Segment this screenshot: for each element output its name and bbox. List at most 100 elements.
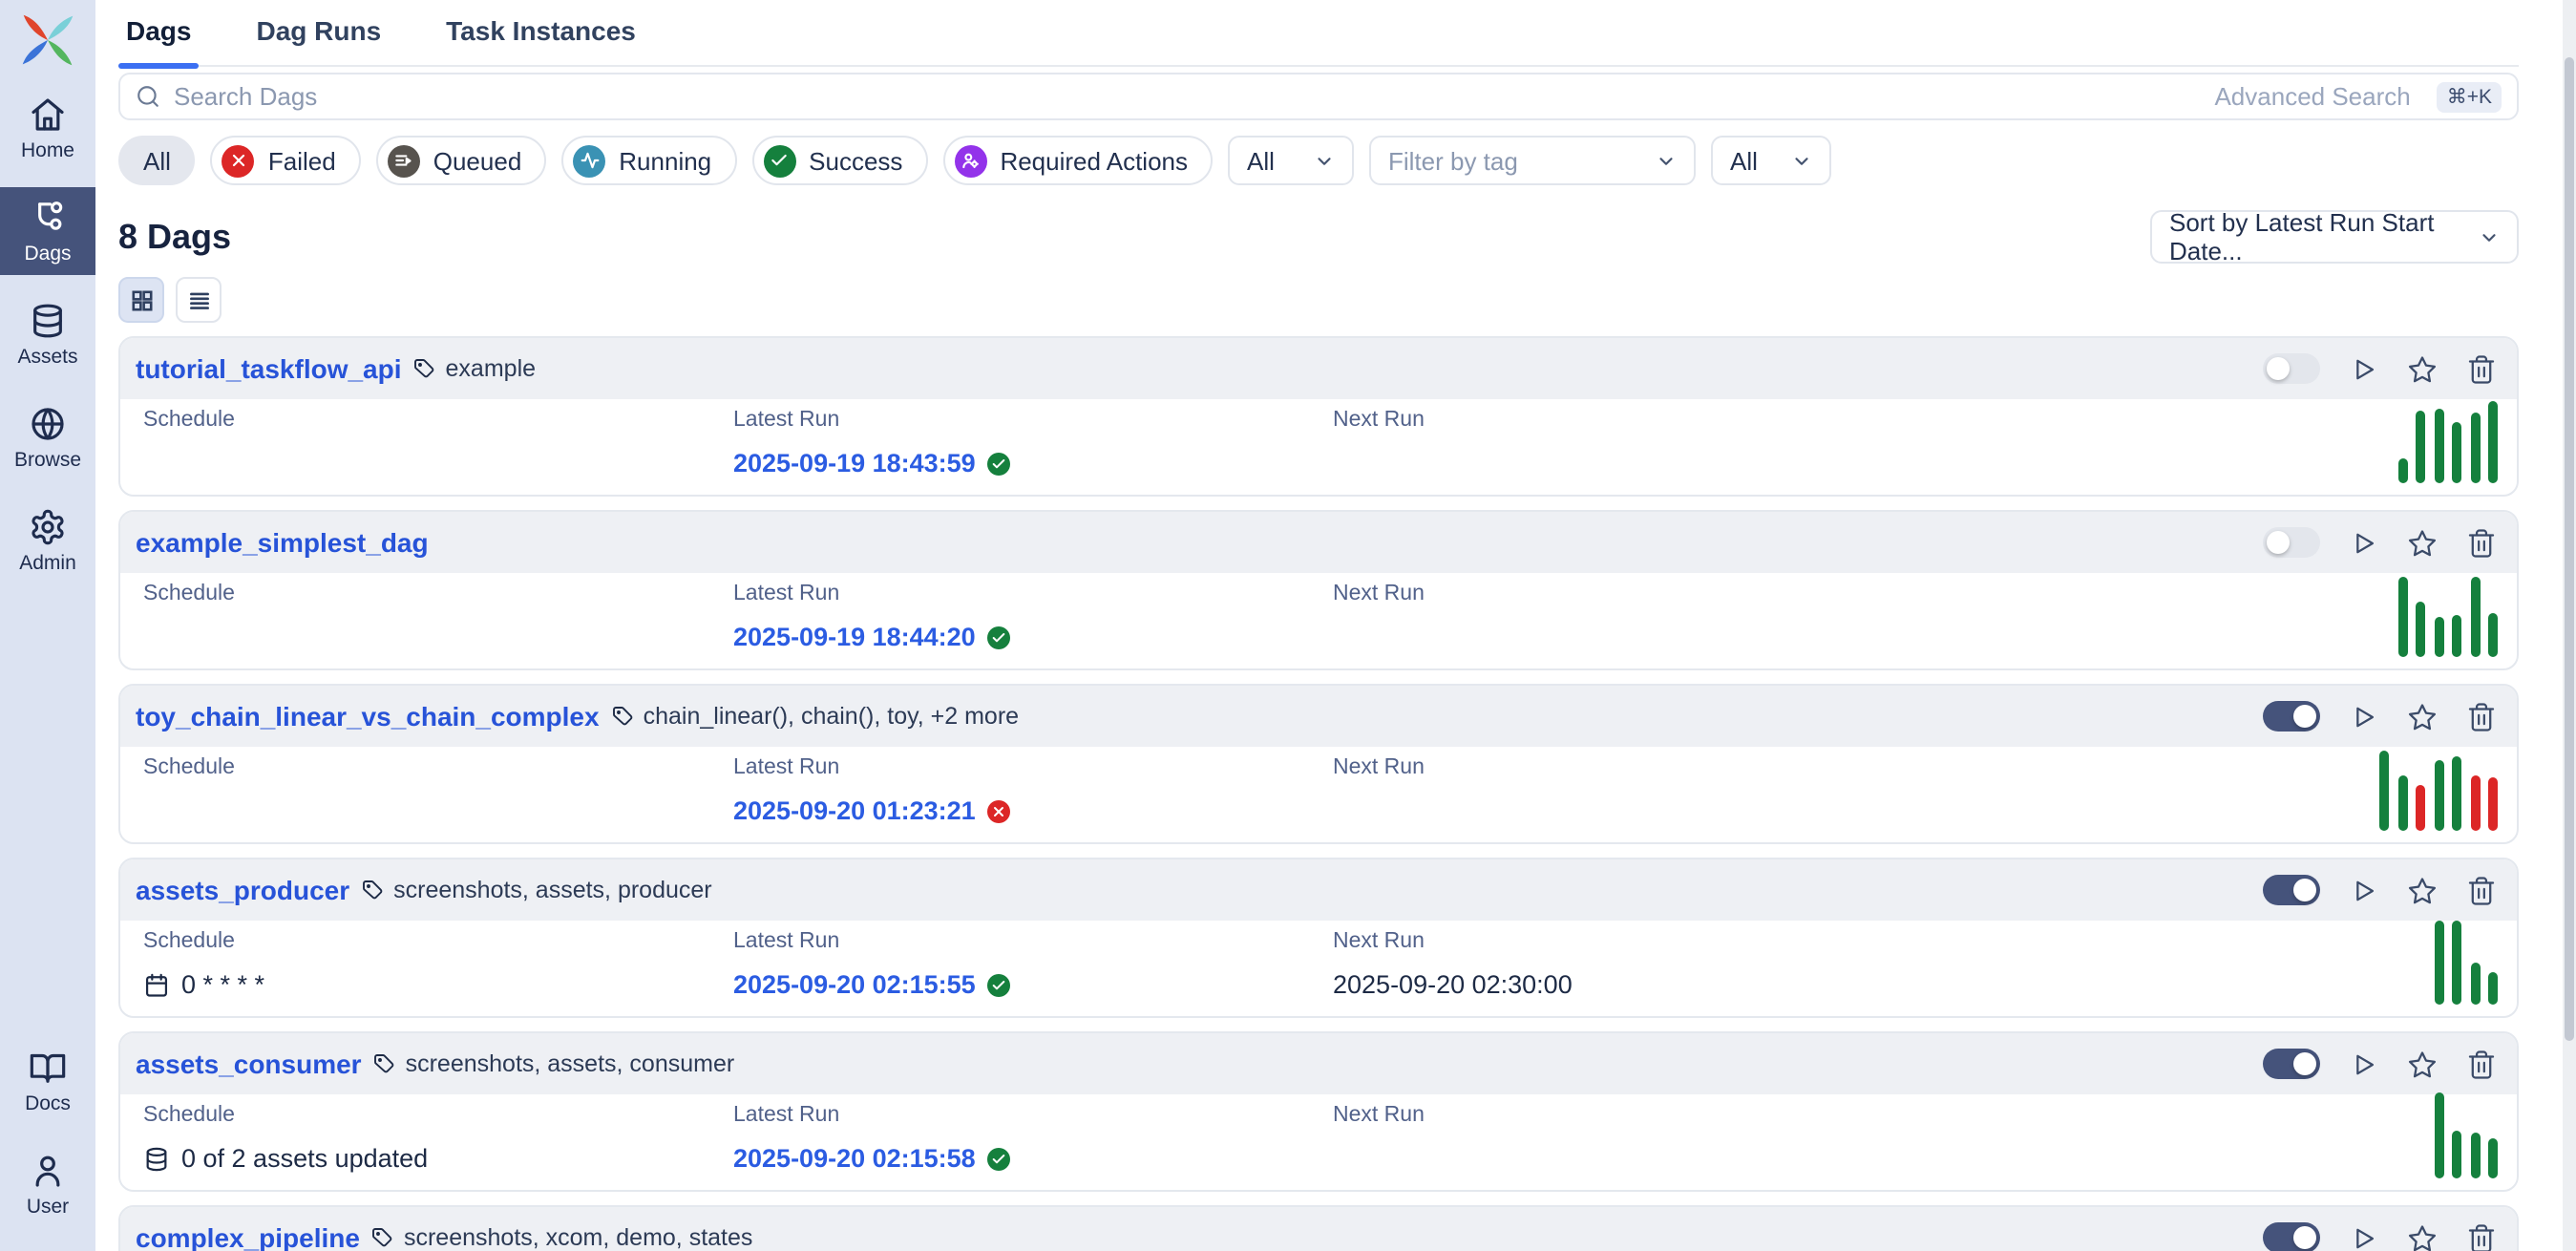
tab-task-instances[interactable]: Task Instances (438, 15, 644, 65)
trigger-dag-button[interactable] (2347, 1048, 2379, 1080)
trigger-dag-button[interactable] (2347, 526, 2379, 559)
favorite-dag-button[interactable] (2406, 1221, 2439, 1251)
trigger-dag-button[interactable] (2347, 352, 2379, 385)
run-bar[interactable] (2470, 1133, 2480, 1178)
run-bar[interactable] (2488, 1138, 2498, 1178)
latest-run-link[interactable]: 2025-09-19 18:43:59 (733, 449, 976, 477)
filter-chip-running[interactable]: Running (561, 136, 736, 185)
run-bar[interactable] (2452, 756, 2461, 831)
sidebar-item-assets[interactable]: Assets (0, 290, 95, 378)
dag-name-link[interactable]: complex_pipeline (136, 1222, 360, 1251)
sidebar-bottom-nav: Docs User (0, 1037, 95, 1251)
run-history-sparkline[interactable] (2434, 921, 2498, 1005)
run-bar[interactable] (2452, 921, 2461, 1005)
dag-pause-toggle[interactable] (2263, 527, 2320, 558)
run-bar[interactable] (2434, 409, 2443, 483)
dag-pause-toggle[interactable] (2263, 701, 2320, 732)
delete-dag-button[interactable] (2465, 1048, 2498, 1080)
filter-dropdown-2[interactable]: All (1711, 136, 1831, 185)
run-bar[interactable] (2434, 760, 2443, 831)
run-bar[interactable] (2470, 413, 2480, 483)
dag-name-link[interactable]: assets_consumer (136, 1049, 362, 1079)
dag-pause-toggle[interactable] (2263, 1049, 2320, 1079)
run-bar[interactable] (2379, 751, 2389, 831)
dag-pause-toggle[interactable] (2263, 1222, 2320, 1251)
dag-name-link[interactable]: toy_chain_linear_vs_chain_complex (136, 701, 600, 732)
list-view-button[interactable] (176, 277, 222, 323)
delete-dag-button[interactable] (2465, 352, 2498, 385)
dag-name-link[interactable]: tutorial_taskflow_api (136, 353, 402, 384)
run-bar[interactable] (2470, 963, 2480, 1005)
run-bar[interactable] (2416, 785, 2425, 831)
filter-chip-failed[interactable]: Failed (211, 136, 361, 185)
run-bar[interactable] (2416, 411, 2425, 483)
search-bar[interactable]: Search Dags Advanced Search ⌘+K (118, 73, 2519, 120)
dag-pause-toggle[interactable] (2263, 353, 2320, 384)
latest-run-link[interactable]: 2025-09-20 02:15:55 (733, 970, 976, 999)
run-bar[interactable] (2434, 617, 2443, 657)
filter-dropdown-1[interactable]: Filter by tag (1369, 136, 1696, 185)
sidebar-item-admin[interactable]: Admin (0, 497, 95, 584)
filter-dropdown-0[interactable]: All (1228, 136, 1354, 185)
dag-name-link[interactable]: example_simplest_dag (136, 527, 429, 558)
run-bar[interactable] (2452, 615, 2461, 657)
run-history-sparkline[interactable] (2379, 751, 2498, 831)
run-bar[interactable] (2470, 577, 2480, 657)
delete-dag-button[interactable] (2465, 700, 2498, 732)
favorite-dag-button[interactable] (2406, 700, 2439, 732)
sidebar-item-browse[interactable]: Browse (0, 393, 95, 481)
activity-badge (573, 144, 605, 177)
favorite-dag-button[interactable] (2406, 874, 2439, 906)
run-bar[interactable] (2452, 1131, 2461, 1178)
tab-dag-runs[interactable]: Dag Runs (248, 15, 389, 65)
run-history-sparkline[interactable] (2434, 1092, 2498, 1178)
trigger-dag-button[interactable] (2347, 1221, 2379, 1251)
sort-dropdown[interactable]: Sort by Latest Run Start Date... (2150, 210, 2519, 264)
run-bar[interactable] (2416, 602, 2425, 657)
favorite-dag-button[interactable] (2406, 352, 2439, 385)
sidebar-item-docs[interactable]: Docs (0, 1037, 95, 1125)
schedule-column-label: Schedule (143, 1104, 235, 1127)
run-history-sparkline[interactable] (2397, 577, 2498, 657)
run-bar[interactable] (2452, 422, 2461, 483)
x-icon (991, 803, 1006, 818)
dag-name-link[interactable]: assets_producer (136, 875, 349, 905)
delete-dag-button[interactable] (2465, 1221, 2498, 1251)
run-bar[interactable] (2488, 401, 2498, 483)
sidebar-item-user[interactable]: User (0, 1140, 95, 1228)
dag-pause-toggle[interactable] (2263, 875, 2320, 905)
run-bar[interactable] (2397, 577, 2407, 657)
filter-chip-success[interactable]: Success (751, 136, 927, 185)
trigger-dag-button[interactable] (2347, 700, 2379, 732)
delete-dag-button[interactable] (2465, 874, 2498, 906)
dag-icon (29, 198, 67, 236)
delete-dag-button[interactable] (2465, 526, 2498, 559)
favorite-dag-button[interactable] (2406, 1048, 2439, 1080)
run-bar[interactable] (2434, 1092, 2443, 1178)
run-bar[interactable] (2397, 775, 2407, 831)
run-bar[interactable] (2488, 777, 2498, 831)
airflow-logo-icon[interactable] (19, 11, 76, 69)
run-bar[interactable] (2397, 458, 2407, 483)
latest-run-link[interactable]: 2025-09-19 18:44:20 (733, 623, 976, 651)
trigger-dag-button[interactable] (2347, 874, 2379, 906)
advanced-search-link[interactable]: Advanced Search (2214, 82, 2410, 111)
sidebar-item-home[interactable]: Home (0, 84, 95, 172)
filter-chip-required-actions[interactable]: Required Actions (942, 136, 1213, 185)
tab-dags[interactable]: Dags (118, 15, 199, 65)
run-history-sparkline[interactable] (2397, 401, 2498, 483)
grid-view-button[interactable] (118, 277, 164, 323)
scrollbar-thumb[interactable] (2565, 57, 2574, 1041)
sidebar-item-dags[interactable]: Dags (0, 187, 95, 275)
top-tabs: Dags Dag Runs Task Instances (118, 15, 2519, 67)
latest-run-link[interactable]: 2025-09-20 02:15:58 (733, 1144, 976, 1173)
run-bar[interactable] (2488, 613, 2498, 657)
run-bar[interactable] (2434, 921, 2443, 1005)
latest-run-column-label: Latest Run (733, 409, 839, 432)
favorite-dag-button[interactable] (2406, 526, 2439, 559)
filter-chip-queued[interactable]: Queued (376, 136, 547, 185)
filter-chip-all[interactable]: All (118, 136, 196, 185)
latest-run-link[interactable]: 2025-09-20 01:23:21 (733, 796, 976, 825)
run-bar[interactable] (2470, 775, 2480, 831)
run-bar[interactable] (2488, 972, 2498, 1005)
